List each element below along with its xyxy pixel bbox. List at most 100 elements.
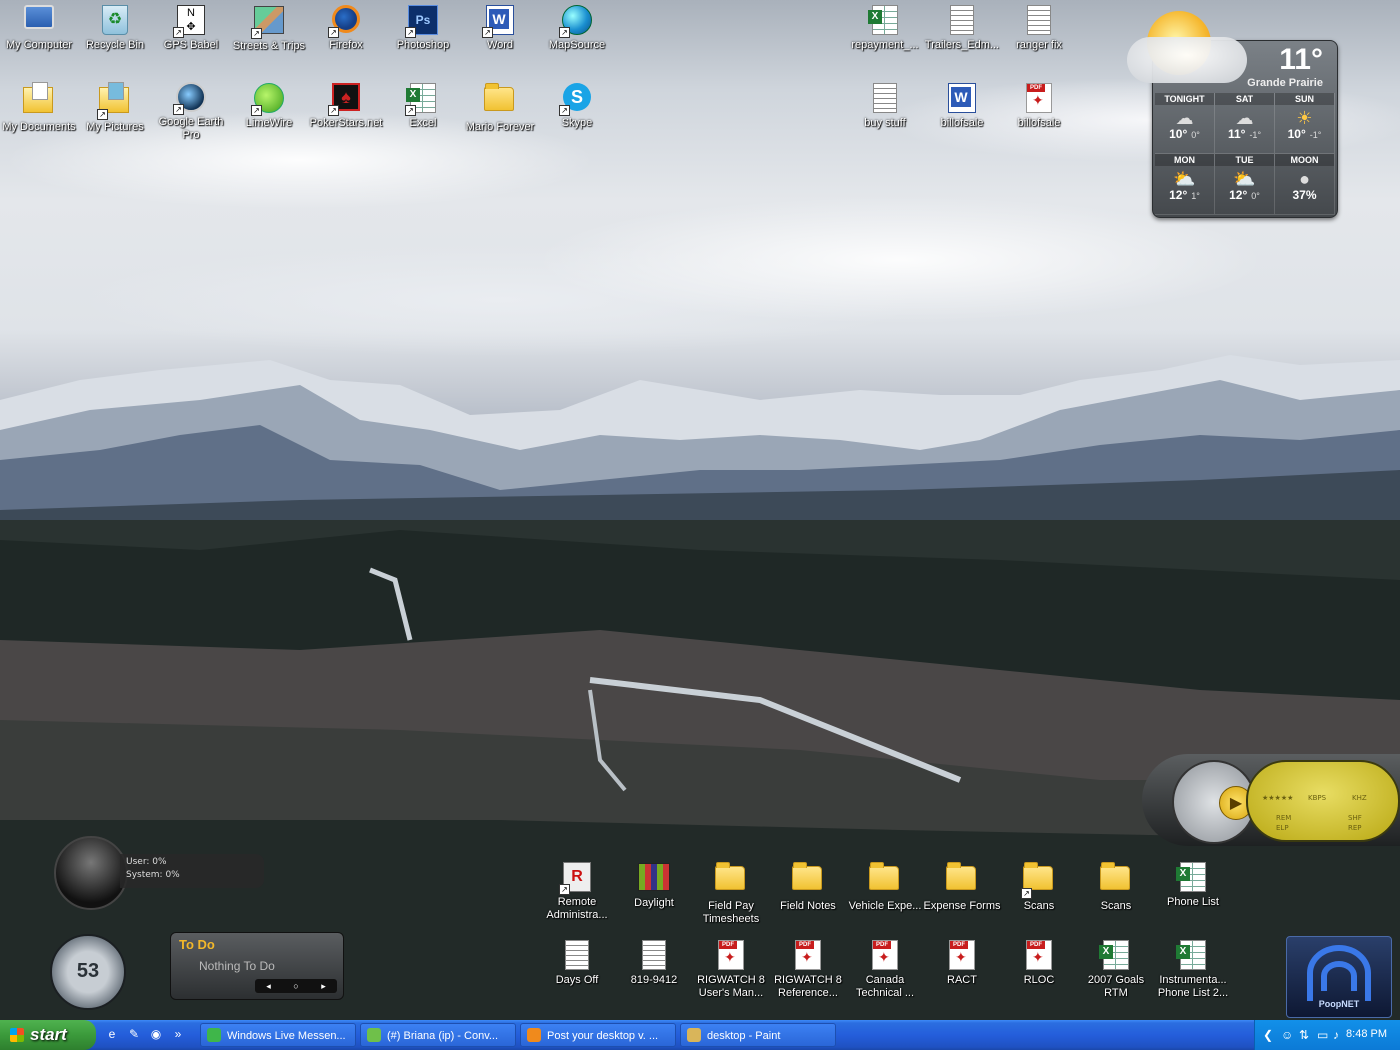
next-icon[interactable]: ▸ <box>321 979 326 993</box>
scans-shortcut-icon[interactable]: ↗ Scans <box>1000 860 1078 913</box>
partly-cloudy-icon: ⛅ <box>1233 169 1256 189</box>
rloc-pdf-icon[interactable]: RLOC <box>1000 938 1078 987</box>
phone-list-file-icon[interactable]: Phone List <box>1154 860 1232 909</box>
forecast-cell: TONIGHT ☁ 10° 0° <box>1155 93 1215 154</box>
forecast-cell: MON ⛅ 12° 1° <box>1155 154 1215 215</box>
rain-cloud-icon: ☁ <box>1175 108 1194 128</box>
my-computer-icon[interactable]: My Computer <box>0 3 78 52</box>
daylight-archive-icon[interactable]: Daylight <box>615 860 693 910</box>
word-icon[interactable]: ↗Word <box>461 3 539 52</box>
repayment-file-icon[interactable]: repayment_... <box>846 3 924 52</box>
rating-stars[interactable]: ★★★★★ <box>1262 794 1293 802</box>
conversation-icon <box>367 1028 381 1042</box>
mario-forever-folder-icon[interactable]: Mario Forever <box>461 81 539 134</box>
billofsale-pdf-icon[interactable]: billofsale <box>1000 81 1078 130</box>
gps-babel-icon[interactable]: N ✥ ↗ GPS Babel <box>152 3 230 52</box>
remote-admin-icon[interactable]: R ↗ Remote Administra... <box>538 860 616 922</box>
streets-trips-icon[interactable]: ↗ Streets & Trips <box>230 3 308 53</box>
wifi-inner-arc <box>1321 961 1357 991</box>
forecast-cell: SAT ☁ 11° -1° <box>1215 93 1275 154</box>
chevron-icon[interactable]: » <box>170 1026 186 1042</box>
cpu-system-usage: System: 0% <box>126 870 180 880</box>
wifi-gadget[interactable]: PoopNET <box>1286 936 1392 1018</box>
forecast-grid: TONIGHT ☁ 10° 0° SAT ☁ 11° -1° SUN ☀ 10° -1° MON ⛅… <box>1155 93 1335 215</box>
forecast-cell: SUN ☀ 10° -1° <box>1275 93 1335 154</box>
my-pictures-icon[interactable]: ↗ My Pictures <box>76 81 154 134</box>
billofsale-doc-icon[interactable]: billofsale <box>923 81 1001 130</box>
excel-icon[interactable]: ↗Excel <box>384 81 462 130</box>
firefox-quick-icon[interactable]: ◉ <box>148 1026 164 1042</box>
field-pay-folder-icon[interactable]: Field Pay Timesheets <box>692 860 770 926</box>
start-button[interactable]: start <box>0 1020 96 1050</box>
user-icon[interactable]: ☺ <box>1281 1028 1293 1042</box>
current-temperature: 11° <box>1279 43 1323 76</box>
gauge-gadget[interactable]: 53 <box>50 934 126 1010</box>
vehicle-expe-folder-icon[interactable]: Vehicle Expe... <box>846 860 924 913</box>
photoshop-icon[interactable]: Ps ↗ Photoshop <box>384 3 462 52</box>
moon-icon: ● <box>1299 169 1310 189</box>
firefox-icon[interactable]: ↗ Firefox <box>307 3 385 52</box>
forecast-cell: MOON ● 37% <box>1275 154 1335 215</box>
phone-number-file-icon[interactable]: 819-9412 <box>615 938 693 987</box>
cloud-icon <box>1127 37 1247 83</box>
paint-icon <box>687 1028 701 1042</box>
control-wheel[interactable]: ▶ <box>1172 760 1256 844</box>
ie-icon[interactable]: e <box>104 1026 120 1042</box>
firefox-task-icon <box>527 1028 541 1042</box>
ranger-fix-file-icon[interactable]: ranger fix <box>1000 3 1078 52</box>
tray-expand-icon[interactable]: ❮ <box>1263 1028 1273 1042</box>
skype-icon[interactable]: S ↗ Skype <box>538 81 616 130</box>
network-name: PoopNET <box>1318 999 1360 1009</box>
ract-pdf-icon[interactable]: RACT <box>923 938 1001 987</box>
task-paint[interactable]: desktop - Paint <box>680 1023 836 1047</box>
task-firefox[interactable]: Post your desktop v. ... <box>520 1023 676 1047</box>
scans-folder-icon[interactable]: Scans <box>1077 860 1155 913</box>
network-icon[interactable]: ⇅ <box>1299 1028 1309 1042</box>
todo-empty-text: Nothing To Do <box>199 959 275 973</box>
system-tray: ❮ ☺ ⇅ ▭ ♪ 8:48 PM <box>1254 1020 1400 1050</box>
forecast-cell: TUE ⛅ 12° 0° <box>1215 154 1275 215</box>
limewire-icon[interactable]: ↗ LimeWire <box>230 81 308 130</box>
rigwatch-reference-pdf-icon[interactable]: RIGWATCH 8 Reference... <box>769 938 847 1000</box>
media-icon[interactable]: ✎ <box>126 1026 142 1042</box>
prev-icon[interactable]: ◂ <box>266 979 271 993</box>
desktop: My Computer ♻ Recycle Bin N ✥ ↗ GPS Babel ↗ S… <box>0 0 1400 1020</box>
cpu-user-usage: User: 0% <box>126 857 167 867</box>
cpu-dial <box>54 836 128 910</box>
quick-launch: e ✎ ◉ » <box>104 1026 196 1044</box>
todo-title: To Do <box>179 937 215 952</box>
days-off-file-icon[interactable]: Days Off <box>538 938 616 987</box>
player-display: ★★★★★ KBPS KHZ REM ELP SHF REP <box>1246 760 1400 842</box>
expense-forms-folder-icon[interactable]: Expense Forms <box>923 860 1001 913</box>
buy-stuff-file-icon[interactable]: buy stuff <box>846 81 924 130</box>
todo-nav: ◂ ○ ▸ <box>255 979 337 993</box>
taskbar: start e ✎ ◉ » Windows Live Messen... (#)… <box>0 1020 1400 1050</box>
task-messenger[interactable]: Windows Live Messen... <box>200 1023 356 1047</box>
canada-technical-pdf-icon[interactable]: Canada Technical ... <box>846 938 924 1000</box>
todo-gadget[interactable]: To Do Nothing To Do ◂ ○ ▸ <box>170 932 344 1000</box>
messenger-icon <box>207 1028 221 1042</box>
trailers-file-icon[interactable]: Trailers_Edm... <box>923 3 1001 52</box>
recycle-bin-icon[interactable]: ♻ Recycle Bin <box>76 3 154 52</box>
weather-gadget[interactable]: 11° Grande Prairie TONIGHT ☁ 10° 0° SAT ☁ 11°… <box>1127 11 1338 218</box>
weather-city: Grande Prairie <box>1247 77 1323 89</box>
my-documents-icon[interactable]: My Documents <box>0 81 78 134</box>
cpu-meter-gadget[interactable]: User: 0% System: 0% <box>54 836 264 910</box>
google-earth-icon[interactable]: ↗ Google Earth Pro <box>152 81 230 142</box>
speaker-icon[interactable]: ♪ <box>1333 1028 1339 1042</box>
taskbar-clock[interactable]: 8:48 PM <box>1346 1028 1387 1040</box>
media-player-gadget[interactable]: ▶ ★★★★★ KBPS KHZ REM ELP SHF REP <box>1142 748 1400 852</box>
field-notes-folder-icon[interactable]: Field Notes <box>769 860 847 913</box>
sunny-icon: ☀ <box>1296 108 1313 128</box>
mapsource-icon[interactable]: ↗ MapSource <box>538 3 616 52</box>
partly-cloudy-icon: ⛅ <box>1173 169 1196 189</box>
pokerstars-icon[interactable]: ♠ ↗ PokerStars.net <box>307 81 385 130</box>
task-conversation[interactable]: (#) Briana (ip) - Conv... <box>360 1023 516 1047</box>
rigwatch-user-pdf-icon[interactable]: RIGWATCH 8 User's Man... <box>692 938 770 1000</box>
rain-cloud-icon: ☁ <box>1235 108 1254 128</box>
goals-2007-file-icon[interactable]: 2007 Goals RTM <box>1077 938 1155 1000</box>
home-icon[interactable]: ○ <box>293 979 298 993</box>
windows-logo-icon <box>10 1028 24 1042</box>
instrumenta-file-icon[interactable]: Instrumenta... Phone List 2... <box>1154 938 1232 1000</box>
monitor-icon[interactable]: ▭ <box>1317 1028 1328 1042</box>
